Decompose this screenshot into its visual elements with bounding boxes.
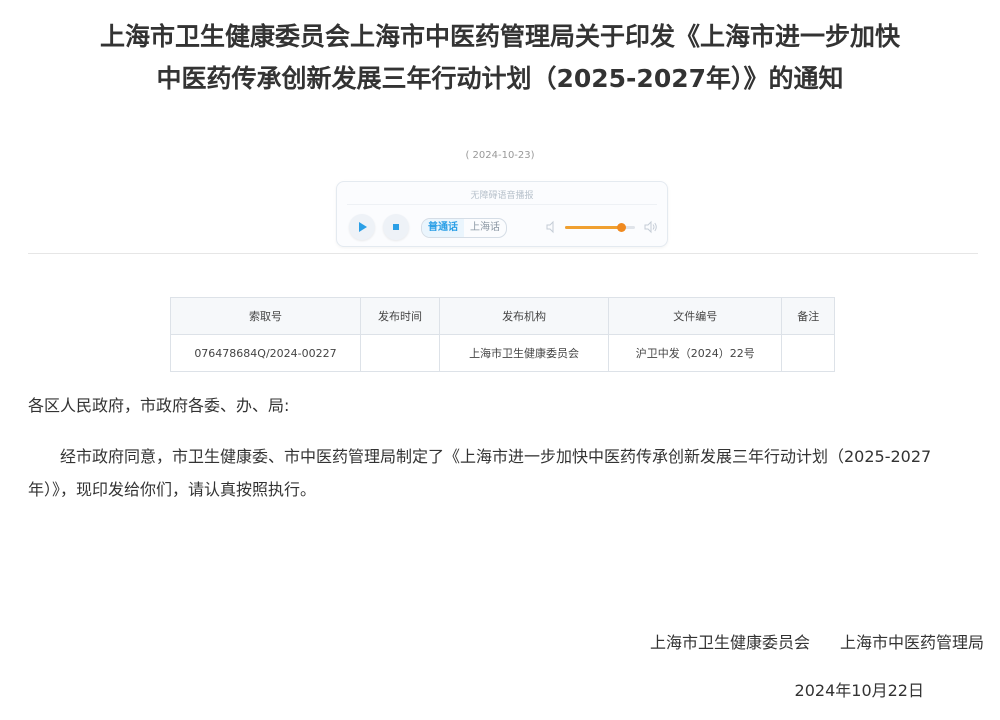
audio-player: 无障碍语音播报 普通话 上海话 (336, 181, 668, 247)
signature-block: 上海市卫生健康委员会 上海市中医药管理局 (650, 629, 984, 653)
player-caption: 无障碍语音播报 (470, 191, 534, 201)
language-option-mandarin[interactable]: 普通话 (422, 219, 464, 237)
header-document-number: 文件编号 (608, 297, 783, 335)
header-publisher: 发布机构 (439, 297, 610, 335)
signature-org-tcm-bureau: 上海市中医药管理局 (839, 633, 984, 652)
document-info-table: 索取号 发布时间 发布机构 文件编号 备注 076478684Q/2024-00… (170, 297, 835, 372)
header-divider (28, 253, 978, 254)
language-switch: 普通话 上海话 (421, 218, 507, 238)
signature-org-health-commission: 上海市卫生健康委员会 (649, 633, 810, 652)
header-remarks: 备注 (781, 297, 835, 335)
cell-remarks (781, 334, 835, 372)
cell-publisher: 上海市卫生健康委员会 (439, 334, 610, 372)
play-icon (359, 222, 367, 232)
play-button[interactable] (349, 214, 375, 240)
cell-publish-time (359, 334, 441, 372)
signature-date: 2024年10月22日 (794, 681, 924, 700)
salutation: 各区人民政府，市政府各委、办、局: (28, 396, 290, 415)
volume-low-icon[interactable] (545, 220, 559, 234)
document-title: 上海市卫生健康委员会上海市中医药管理局关于印发《上海市进一步加快中医药传承创新发… (99, 22, 900, 93)
cell-index-number: 076478684Q/2024-00227 (170, 334, 361, 372)
header-index-number: 索取号 (170, 297, 361, 335)
volume-high-icon[interactable] (643, 220, 659, 234)
body-paragraph: 经市政府同意，市卫生健康委、市中医药管理局制定了《上海市进一步加快中医药传承创新… (28, 447, 932, 499)
player-divider (347, 204, 657, 205)
language-option-shanghainese[interactable]: 上海话 (464, 219, 506, 237)
volume-slider-fill (565, 226, 621, 229)
volume-slider-handle[interactable] (617, 223, 626, 232)
header-publish-time: 发布时间 (359, 297, 441, 335)
stop-icon (393, 224, 399, 230)
stop-button[interactable] (383, 214, 409, 240)
volume-slider[interactable] (565, 223, 635, 232)
table-row: 076478684Q/2024-00227 上海市卫生健康委员会 沪卫中发（20… (170, 334, 835, 372)
publish-date: ( 2024-10-23) (465, 150, 535, 161)
table-header-row: 索取号 发布时间 发布机构 文件编号 备注 (170, 297, 835, 335)
cell-document-number: 沪卫中发（2024）22号 (608, 334, 783, 372)
